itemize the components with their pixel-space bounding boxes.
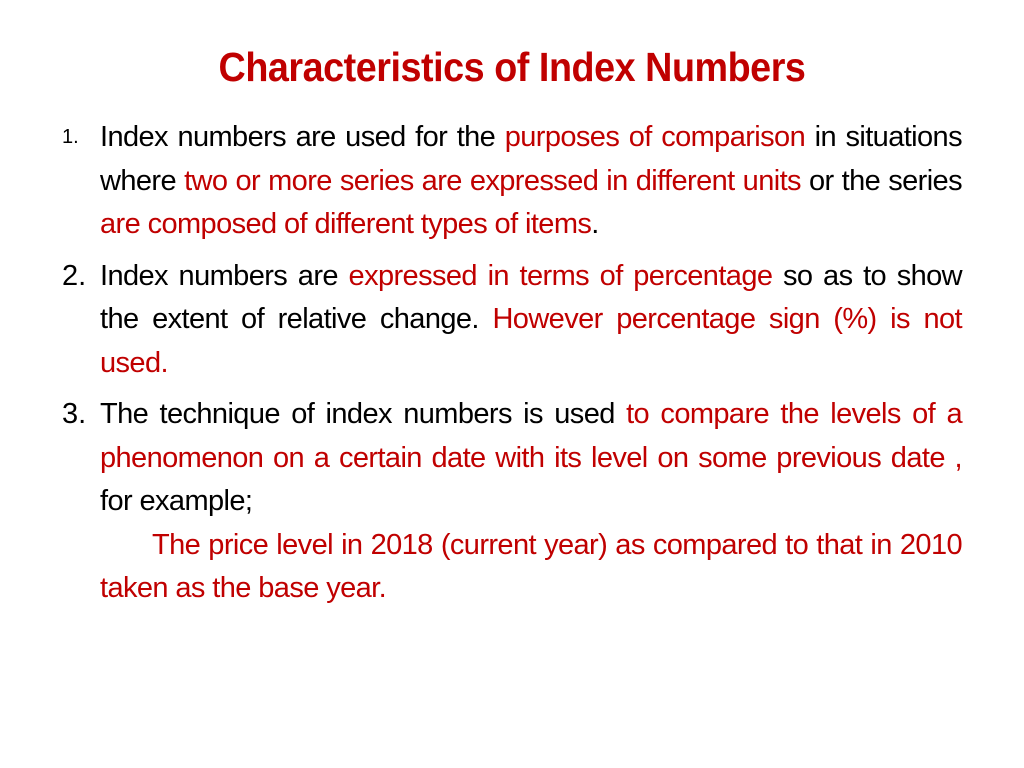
highlight-segment: two or more series are expressed in diff… xyxy=(184,164,801,197)
item-number: 3. xyxy=(62,398,87,430)
text-segment: Index numbers are xyxy=(100,259,349,292)
item-number: 1. xyxy=(62,126,79,148)
text-segment: The technique of index numbers is used xyxy=(100,398,627,430)
list-item-3: 3. The technique of index numbers is use… xyxy=(62,393,963,611)
highlight-segment: purposes of comparison xyxy=(504,121,806,153)
slide-title: Characteristics of Index Numbers xyxy=(218,44,806,90)
highlight-segment: expressed in terms of percentage xyxy=(348,259,773,292)
text-segment: for example; xyxy=(100,485,253,517)
list-item-1: 1. Index numbers are used for the purpos… xyxy=(62,116,963,247)
text-segment: or the series xyxy=(800,164,963,197)
list-item-2: 2. Index numbers are expressed in terms … xyxy=(62,255,963,386)
text-segment: Index numbers are used for the xyxy=(100,121,505,153)
slide: Characteristics of Index Numbers 1. Inde… xyxy=(0,0,1024,768)
item-number: 2. xyxy=(62,259,87,292)
example-text: The price level in 2018 (current year) a… xyxy=(100,528,963,605)
highlight-segment: are composed of different types of items xyxy=(100,208,592,240)
text-segment: . xyxy=(591,208,599,240)
slide-body: 1. Index numbers are used for the purpos… xyxy=(62,116,963,619)
